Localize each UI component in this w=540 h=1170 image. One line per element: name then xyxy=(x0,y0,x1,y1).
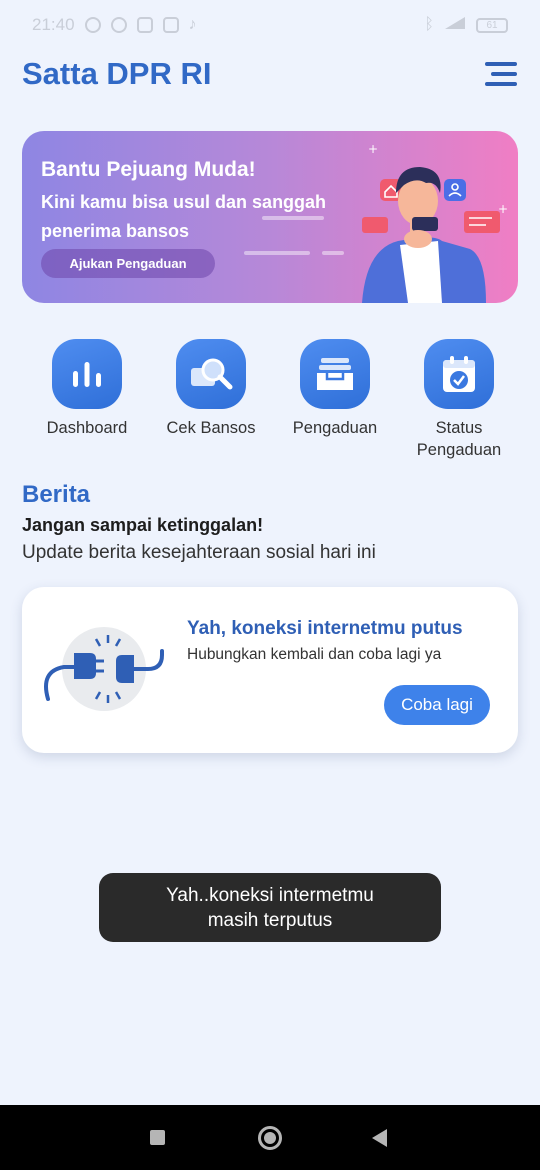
app-title: Satta DPR RI xyxy=(22,56,212,91)
bar-chart-icon[interactable] xyxy=(52,339,122,409)
submit-complaint-button[interactable]: Ajukan Pengaduan xyxy=(41,249,215,278)
magnifier-icon[interactable] xyxy=(176,339,246,409)
hamburger-menu-icon[interactable] xyxy=(485,62,517,86)
app-notification-icon xyxy=(136,17,153,33)
quick-menu-cek-bansos[interactable]: Cek Bansos xyxy=(149,339,273,439)
banner-title: Bantu Pejuang Muda! xyxy=(41,158,256,181)
calendar-check-icon[interactable] xyxy=(424,339,494,409)
sync-icon xyxy=(84,17,101,33)
tiktok-icon: ♪ xyxy=(188,16,197,33)
instagram-icon xyxy=(162,17,179,33)
inbox-tray-icon[interactable] xyxy=(300,339,370,409)
quick-menu-label: Dashboard xyxy=(46,419,128,437)
error-message: Hubungkan kembali dan coba lagi ya xyxy=(187,646,442,663)
news-headline: Jangan sampai ketinggalan! xyxy=(22,515,264,535)
news-section-title: Berita xyxy=(22,481,91,508)
quick-menu-pengaduan[interactable]: Pengaduan xyxy=(273,339,397,439)
promo-banner[interactable]: Bantu Pejuang Muda! Kini kamu bisa usul … xyxy=(22,131,518,303)
toast-message: Yah..koneksi intermetmu masih terputus xyxy=(99,873,441,942)
recents-icon[interactable] xyxy=(150,1130,165,1145)
toast-line-1: Yah..koneksi intermetmu xyxy=(166,884,374,906)
system-navigation-bar xyxy=(0,1105,540,1170)
unplugged-cable-icon xyxy=(44,627,164,711)
news-subtitle: Update berita kesejahteraan sosial hari … xyxy=(22,542,376,563)
banner-subtitle: Kini kamu bisa usul dan sanggah penerima… xyxy=(41,192,327,241)
alarm-icon xyxy=(110,17,127,33)
quick-menu-label: Pengaduan xyxy=(292,419,378,437)
svg-text:+: + xyxy=(368,142,378,156)
battery-icon: 61 xyxy=(476,17,508,33)
home-icon[interactable] xyxy=(258,1126,282,1150)
status-time: 21:40 xyxy=(32,15,75,34)
bluetooth-icon: ᛒ xyxy=(424,16,434,33)
status-left: 21:40 ♪ xyxy=(32,15,197,35)
quick-menu-label: Status Pengaduan xyxy=(416,419,502,459)
toast-line-2: masih terputus xyxy=(207,909,333,931)
retry-button[interactable]: Coba lagi xyxy=(384,685,490,725)
status-right: ᛒ 61 xyxy=(424,15,508,35)
back-icon[interactable] xyxy=(372,1129,387,1147)
quick-menu-label: Cek Bansos xyxy=(166,419,256,437)
status-bar: 21:40 ♪ ᛒ 61 xyxy=(0,0,540,50)
error-title: Yah, koneksi internetmu putus xyxy=(187,618,463,639)
quick-menu-status-pengaduan[interactable]: Status Pengaduan xyxy=(397,339,521,461)
signal-icon xyxy=(444,15,466,35)
connection-error-card: Yah, koneksi internetmu putus Hubungkan … xyxy=(22,587,518,753)
quick-menu-dashboard[interactable]: Dashboard xyxy=(25,339,149,439)
person-phone-illustration: + + + xyxy=(362,142,508,303)
battery-level: 61 xyxy=(486,19,498,31)
